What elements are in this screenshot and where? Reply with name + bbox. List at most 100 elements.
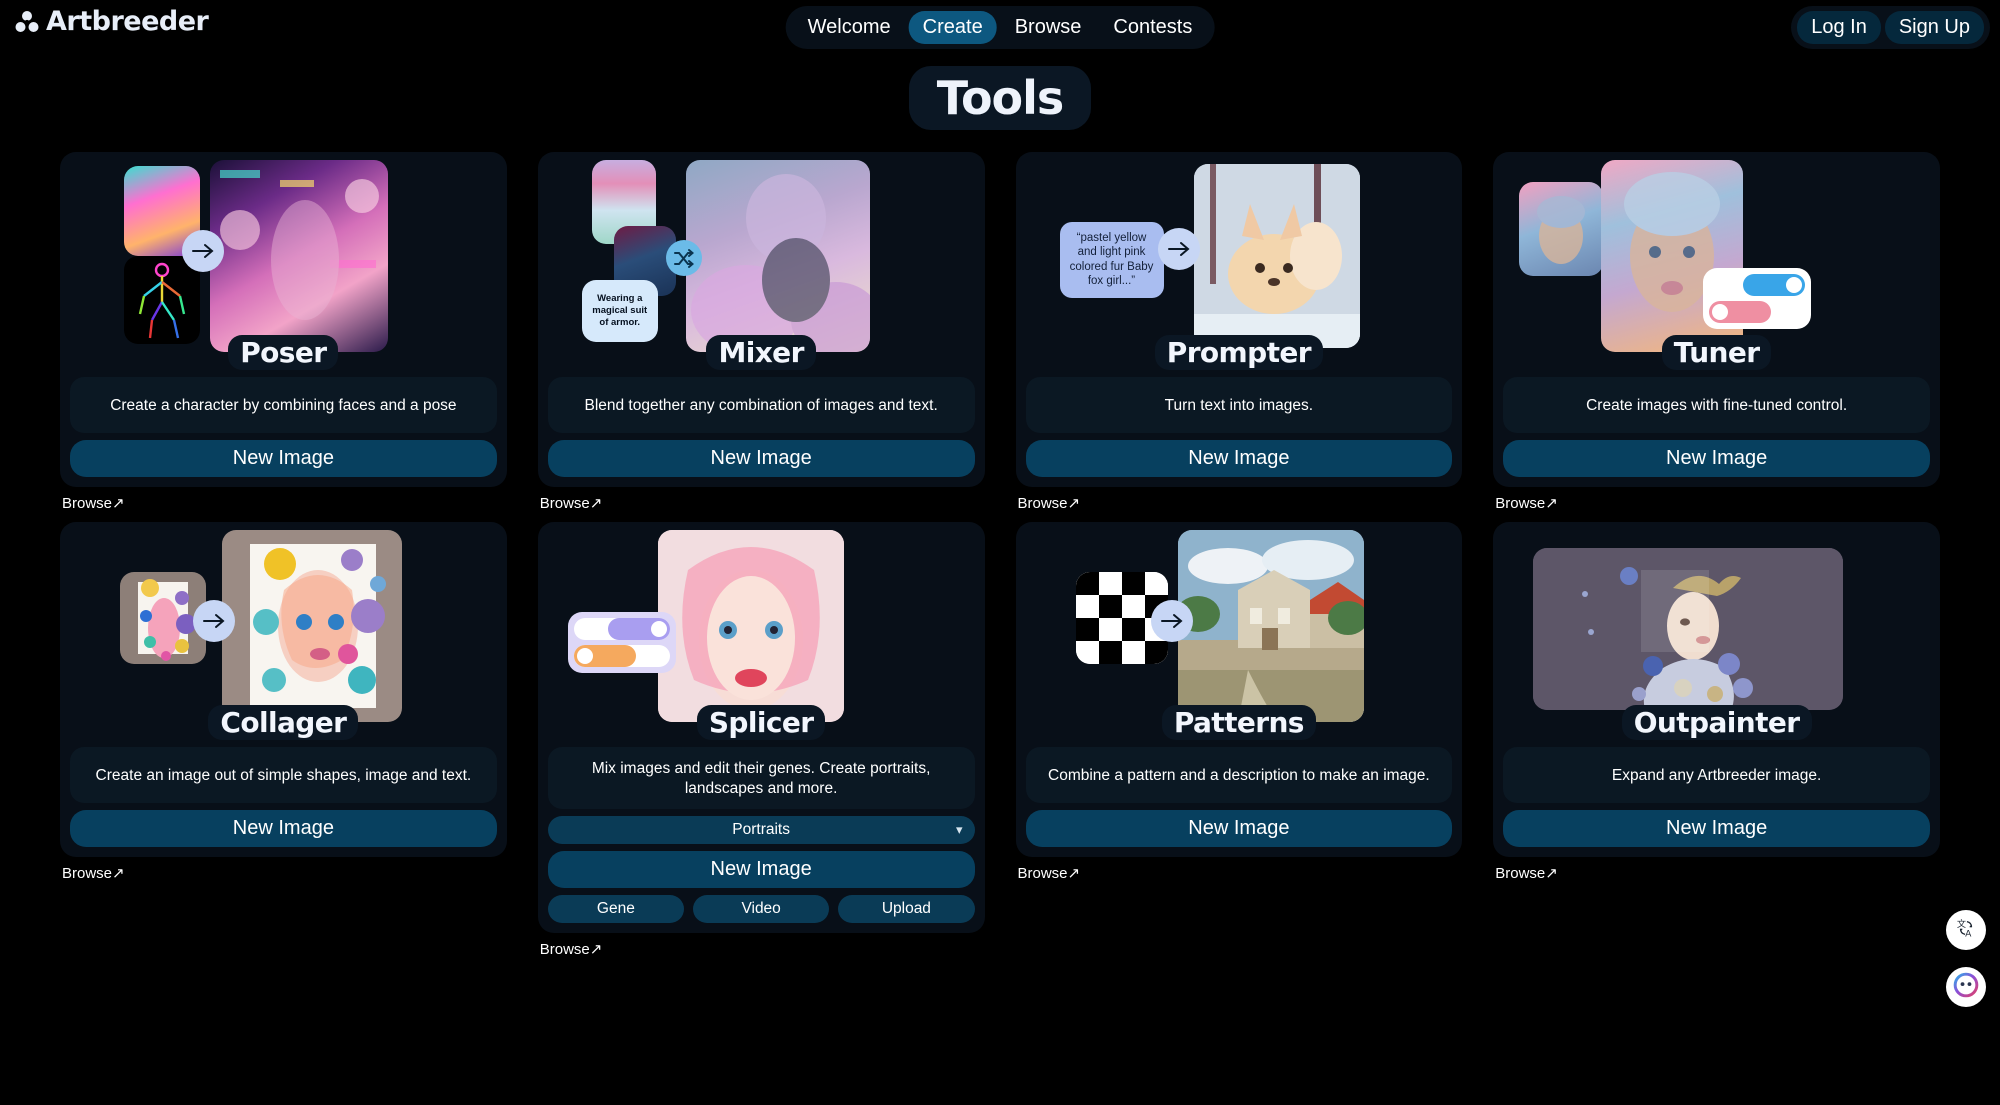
tool-card-splicer[interactable]: Splicer Mix images and edit their genes.… (537, 522, 985, 933)
prompter-title-wrap: Prompter (1016, 335, 1463, 370)
translate-icon: 文 A (1955, 917, 1977, 944)
tuner-source-thumb (1519, 182, 1604, 276)
upload-button[interactable]: Upload (838, 894, 975, 923)
outpainter-expanded-thumb (1533, 548, 1844, 710)
brand-name: Artbreeder (46, 6, 209, 37)
splicer-toggles[interactable] (567, 612, 676, 673)
new-image-button-outpainter[interactable]: New Image (1503, 810, 1930, 847)
card-description-splicer: Mix images and edit their genes. Create … (547, 747, 975, 809)
card-title-mixer: Mixer (706, 335, 816, 370)
new-image-button-splicer[interactable]: New Image (547, 850, 975, 888)
new-image-button-patterns[interactable]: New Image (1025, 810, 1453, 847)
top-bar: Artbreeder Welcome Create Browse Contest… (0, 0, 2000, 52)
card-description-collager: Create an image out of simple shapes, im… (70, 747, 497, 803)
new-image-button-mixer[interactable]: New Image (547, 440, 975, 477)
browse-link-patterns[interactable]: Browse↗ (1018, 864, 1463, 882)
splicer-thumbnails (548, 530, 975, 730)
new-image-button-prompter[interactable]: New Image (1025, 440, 1453, 477)
tuner-toggle-on[interactable] (1709, 274, 1806, 296)
splicer-mini-buttons: Gene Video Upload (547, 894, 975, 923)
tool-cell-tuner: Tuner Create images with fine-tuned cont… (1493, 152, 1940, 512)
browse-link-prompter[interactable]: Browse↗ (1018, 494, 1463, 512)
tuner-toggles[interactable] (1703, 268, 1812, 329)
card-description-mixer: Blend together any combination of images… (547, 377, 975, 433)
collager-title-wrap: Collager (60, 705, 507, 740)
browse-link-outpainter[interactable]: Browse↗ (1495, 864, 1940, 882)
auth-buttons: Log In Sign Up (1791, 6, 1990, 49)
tuner-thumbnails (1503, 160, 1930, 360)
patterns-result-thumb (1177, 530, 1364, 722)
tool-cell-patterns: Patterns Combine a pattern and a descrip… (1015, 522, 1463, 958)
browse-link-collager[interactable]: Browse↗ (62, 864, 507, 882)
new-image-button-tuner[interactable]: New Image (1503, 440, 1930, 477)
new-image-button-collager[interactable]: New Image (70, 810, 497, 847)
tool-cell-prompter: “pastel yellow and light pink colored fu… (1015, 152, 1463, 512)
patterns-title-wrap: Patterns (1016, 705, 1463, 740)
mixer-text-bubble: Wearing a magical suit of armor. (581, 280, 658, 342)
nav-item-browse[interactable]: Browse (1001, 11, 1096, 44)
assistant-icon (1953, 972, 1979, 1003)
outpainter-thumbnails (1503, 530, 1930, 730)
page-title-wrap: Tools (0, 66, 2000, 130)
tool-card-poser[interactable]: Poser Create a character by combining fa… (60, 152, 507, 487)
shuffle-icon (665, 240, 702, 276)
tools-grid: Poser Create a character by combining fa… (60, 152, 1940, 958)
tool-card-outpainter[interactable]: Outpainter Expand any Artbreeder image. … (1493, 522, 1940, 857)
splicer-toggle-on[interactable] (573, 618, 670, 640)
browse-link-tuner[interactable]: Browse↗ (1495, 494, 1940, 512)
card-title-prompter: Prompter (1154, 335, 1323, 370)
tool-cell-poser: Poser Create a character by combining fa… (60, 152, 507, 512)
splicer-category-select[interactable]: Portraits ▾ (547, 815, 975, 844)
tuner-toggle-off[interactable] (1709, 301, 1806, 323)
nav-item-contests[interactable]: Contests (1099, 11, 1206, 44)
collager-arrow-icon (193, 600, 235, 642)
three-circles-icon (14, 9, 40, 35)
brand-logo[interactable]: Artbreeder (14, 6, 209, 37)
new-image-button-poser[interactable]: New Image (70, 440, 497, 477)
tool-card-mixer[interactable]: Wearing a magical suit of armor. Mixer B… (537, 152, 985, 487)
poser-thumbnails (70, 160, 497, 360)
prompter-prompt-bubble: “pastel yellow and light pink colored fu… (1059, 222, 1164, 298)
tool-cell-splicer: Splicer Mix images and edit their genes.… (537, 522, 985, 958)
browse-link-splicer[interactable]: Browse↗ (540, 940, 985, 958)
mixer-title-wrap: Mixer (538, 335, 985, 370)
mixer-result-thumb (685, 160, 870, 352)
tool-cell-outpainter: Outpainter Expand any Artbreeder image. … (1493, 522, 1940, 958)
outpainter-title-wrap: Outpainter (1493, 705, 1940, 740)
poser-pose-thumb (124, 256, 200, 344)
chevron-down-icon: ▾ (955, 821, 963, 837)
splicer-title-wrap: Splicer (538, 705, 985, 740)
card-description-tuner: Create images with fine-tuned control. (1503, 377, 1930, 433)
video-button[interactable]: Video (693, 894, 830, 923)
assistant-button[interactable] (1946, 967, 1986, 1007)
browse-link-mixer[interactable]: Browse↗ (540, 494, 985, 512)
card-description-outpainter: Expand any Artbreeder image. (1503, 747, 1930, 803)
nav-item-welcome[interactable]: Welcome (794, 11, 905, 44)
tool-card-patterns[interactable]: Patterns Combine a pattern and a descrip… (1015, 522, 1463, 857)
tool-card-tuner[interactable]: Tuner Create images with fine-tuned cont… (1493, 152, 1940, 487)
poser-arrow-icon (182, 230, 224, 272)
translate-button[interactable]: 文 A (1946, 910, 1986, 950)
gene-button[interactable]: Gene (547, 894, 684, 923)
splicer-category-value: Portraits (732, 820, 790, 838)
splicer-toggle-off[interactable] (573, 645, 670, 667)
tool-card-collager[interactable]: Collager Create an image out of simple s… (60, 522, 507, 857)
card-title-splicer: Splicer (696, 705, 826, 740)
patterns-thumbnails (1026, 530, 1453, 730)
poser-title-wrap: Poser (60, 335, 507, 370)
tool-card-prompter[interactable]: “pastel yellow and light pink colored fu… (1015, 152, 1463, 487)
collager-result-thumb (222, 530, 402, 722)
nav-item-create[interactable]: Create (908, 11, 997, 44)
card-description-poser: Create a character by combining faces an… (70, 377, 497, 433)
card-title-tuner: Tuner (1661, 335, 1772, 370)
splicer-result-thumb (657, 530, 844, 722)
svg-text:A: A (1965, 928, 1972, 939)
sign-up-button[interactable]: Sign Up (1884, 11, 1984, 44)
prompter-result-thumb (1193, 164, 1360, 348)
log-in-button[interactable]: Log In (1797, 11, 1881, 44)
card-description-patterns: Combine a pattern and a description to m… (1025, 747, 1453, 803)
card-title-outpainter: Outpainter (1621, 705, 1812, 740)
browse-link-poser[interactable]: Browse↗ (62, 494, 507, 512)
prompter-arrow-icon (1157, 228, 1200, 270)
card-title-patterns: Patterns (1161, 705, 1316, 740)
